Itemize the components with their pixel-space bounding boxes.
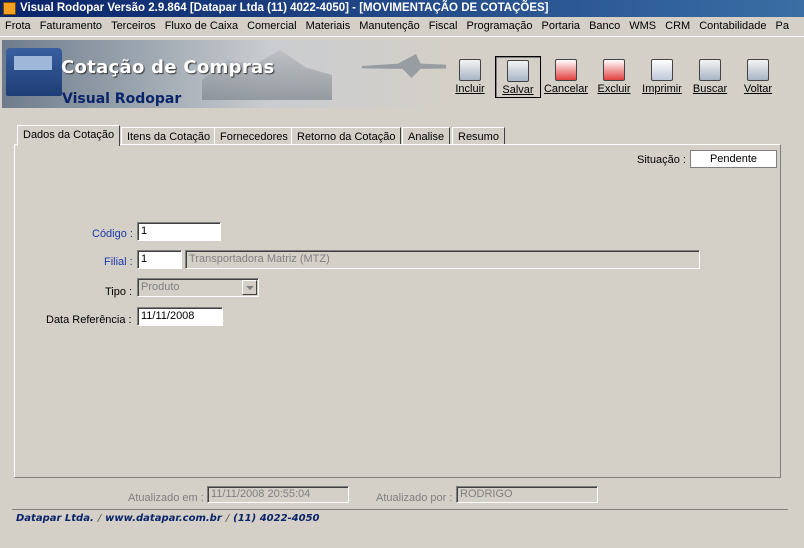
window-title-bar: Visual Rodopar Versão 2.9.864 [Datapar L… [0, 0, 804, 17]
footer-bar: Datapar Ltda. / www.datapar.com.br / (11) 40… [12, 509, 788, 527]
print-icon [651, 59, 673, 81]
menu-item-fluxo-de-caixa[interactable]: Fluxo de Caixa [160, 17, 242, 32]
buscar-button[interactable]: Buscar [687, 56, 733, 98]
window-title: Visual Rodopar Versão 2.9.864 [Datapar L… [20, 2, 549, 14]
truck-image [6, 48, 62, 96]
menu-item-pa[interactable]: Pa [771, 17, 793, 32]
menu-item-banco[interactable]: Banco [584, 17, 624, 32]
app-icon [3, 2, 16, 15]
menu-item-terceiros[interactable]: Terceiros [106, 17, 160, 32]
data-referencia-label: Data Referência : [46, 314, 132, 326]
footer-separator: / [225, 513, 230, 524]
atualizado-em-value: 11/11/2008 20:55:04 [207, 486, 349, 503]
tab-itens-da-cotacao[interactable]: Itens da Cotação [121, 127, 217, 145]
incluir-button[interactable]: Incluir [447, 56, 493, 98]
tab-panel [14, 144, 781, 478]
tipo-selected-value: Produto [141, 281, 180, 293]
menu-item-wms[interactable]: WMS [624, 17, 660, 32]
chevron-down-icon[interactable] [242, 280, 257, 295]
add-document-icon [459, 59, 481, 81]
situacao-value: Pendente [690, 150, 777, 168]
atualizado-por-value: RODRIGO [456, 486, 598, 503]
excluir-label: Excluir [597, 83, 631, 95]
back-icon [747, 59, 769, 81]
codigo-input[interactable]: 1 [137, 222, 221, 241]
imprimir-button[interactable]: Imprimir [639, 56, 685, 98]
cancelar-label: Cancelar [543, 83, 589, 95]
tipo-label: Tipo : [105, 286, 133, 298]
filial-code-input[interactable]: 1 [137, 250, 182, 269]
menu-item-portaria[interactable]: Portaria [537, 17, 585, 32]
menu-item-comercial[interactable]: Comercial [242, 17, 301, 32]
tab-retorno-da-cotacao[interactable]: Retorno da Cotação [291, 127, 402, 145]
footer-company: Datapar Ltda. [16, 513, 94, 524]
tipo-select[interactable]: Produto [137, 278, 259, 297]
cancel-icon [555, 59, 577, 81]
incluir-label: Incluir [455, 83, 485, 95]
banner-subtitle: Visual Rodopar [62, 91, 182, 107]
tab-analise[interactable]: Analise [402, 127, 451, 145]
tab-dados-da-cotacao[interactable]: Dados da Cotação [17, 125, 121, 146]
filial-label: Filial : [104, 256, 133, 268]
menu-item-manutencao[interactable]: Manutenção [354, 17, 424, 32]
menu-item-contabilidade[interactable]: Contabilidade [694, 17, 770, 32]
cancelar-button[interactable]: Cancelar [543, 56, 589, 98]
delete-icon [603, 59, 625, 81]
atualizado-por-label: Atualizado por : [376, 492, 453, 504]
menu-item-faturamento[interactable]: Faturamento [35, 17, 106, 32]
footer-separator: / [97, 513, 102, 524]
salvar-label: Salvar [502, 84, 534, 96]
footer-phone: (11) 4022-4050 [233, 513, 320, 524]
plane-image [362, 54, 446, 78]
imprimir-label: Imprimir [642, 83, 682, 95]
excluir-button[interactable]: Excluir [591, 56, 637, 98]
buscar-label: Buscar [692, 83, 728, 95]
filial-name-field: Transportadora Matriz (MTZ) [185, 250, 700, 269]
salvar-button[interactable]: Salvar [495, 56, 541, 98]
menu-item-frota[interactable]: Frota [0, 17, 35, 32]
footer-site: www.datapar.com.br [105, 513, 222, 524]
menu-item-programacao[interactable]: Programação [461, 17, 536, 32]
voltar-label: Voltar [743, 83, 773, 95]
menu-item-fiscal[interactable]: Fiscal [424, 17, 462, 32]
codigo-label: Código : [92, 228, 133, 240]
save-icon [507, 60, 529, 82]
banner-title: Cotação de Compras [61, 57, 275, 78]
atualizado-em-label: Atualizado em : [128, 492, 204, 504]
menu-item-crm[interactable]: CRM [660, 17, 694, 32]
menu-item-materiais[interactable]: Materiais [301, 17, 355, 32]
situacao-label: Situação : [637, 154, 686, 166]
voltar-button[interactable]: Voltar [735, 56, 781, 98]
search-icon [699, 59, 721, 81]
data-referencia-input[interactable]: 11/11/2008 [137, 307, 223, 326]
tab-resumo[interactable]: Resumo [452, 127, 505, 145]
tab-fornecedores[interactable]: Fornecedores [214, 127, 294, 145]
menu-bar: Frota Faturamento Terceiros Fluxo de Caixa C… [0, 17, 804, 36]
